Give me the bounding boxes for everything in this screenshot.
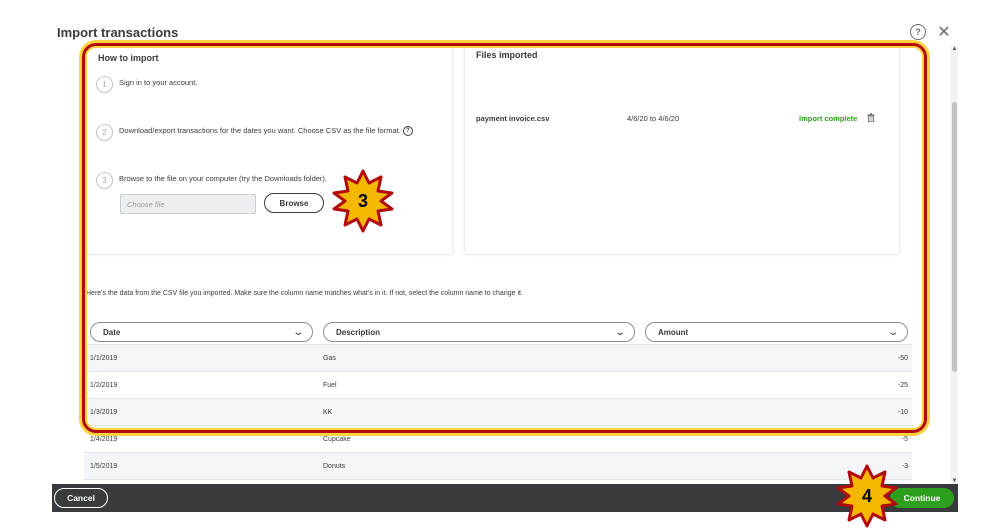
amount-cell: -5 bbox=[901, 436, 908, 443]
date-cell: 1/4/2019 bbox=[90, 436, 118, 443]
question-icon[interactable]: ? bbox=[402, 126, 413, 137]
chevron-down-icon: ⌄ bbox=[886, 326, 899, 338]
column-label: Date bbox=[103, 327, 121, 337]
continue-button[interactable]: Continue bbox=[890, 488, 954, 508]
step-2: 2 Download/export transactions for the d… bbox=[96, 124, 413, 141]
amount-cell: -3 bbox=[901, 463, 908, 470]
step-number: 3 bbox=[96, 172, 113, 189]
amount-cell: -10 bbox=[897, 409, 908, 416]
how-to-import-heading: How to import bbox=[98, 53, 159, 63]
table-row: 1/2/2019 Fuel -25 bbox=[84, 371, 912, 398]
date-cell: 1/3/2019 bbox=[90, 409, 118, 416]
amount-cell: -25 bbox=[897, 382, 908, 389]
close-icon[interactable]: ✕ bbox=[936, 24, 952, 41]
description-cell: Cupcake bbox=[323, 436, 351, 443]
imported-file-row: payment invoice.csv 4/6/20 to 4/6/20 Imp… bbox=[476, 113, 886, 126]
choose-file-input[interactable]: Choose file bbox=[120, 194, 256, 214]
column-label: Description bbox=[336, 327, 381, 337]
how-to-import-panel: How to import 1 Sign in to your account.… bbox=[84, 46, 452, 254]
step-text: Browse to the file on your computer (try… bbox=[119, 174, 328, 183]
column-label: Amount bbox=[658, 327, 689, 337]
step-3: 3 Browse to the file on your computer (t… bbox=[96, 172, 327, 189]
step-number: 1 bbox=[96, 76, 113, 93]
import-status: Import complete bbox=[799, 114, 858, 123]
instruction-text: Here's the data from the CSV file you im… bbox=[86, 290, 523, 297]
cancel-button[interactable]: Cancel bbox=[54, 488, 108, 508]
description-column-select[interactable]: Description ⌄ bbox=[323, 322, 635, 342]
description-cell: KK bbox=[323, 409, 333, 416]
table-row: 1/3/2019 KK -10 bbox=[84, 398, 912, 425]
dialog-content: How to import 1 Sign in to your account.… bbox=[84, 46, 912, 486]
description-cell: Fuel bbox=[323, 382, 337, 389]
description-cell: Donuts bbox=[323, 463, 346, 470]
chevron-down-icon: ⌄ bbox=[613, 326, 626, 338]
browse-button[interactable]: Browse bbox=[264, 193, 324, 213]
amount-column-select[interactable]: Amount ⌄ bbox=[645, 322, 908, 342]
step-text: Download/export transactions for the dat… bbox=[119, 126, 401, 135]
table-row: 1/1/2019 Gas -50 bbox=[84, 344, 912, 371]
dialog-title: Import transactions bbox=[57, 25, 179, 40]
dialog-footer: Cancel Continue bbox=[52, 484, 958, 512]
amount-cell: -50 bbox=[897, 355, 908, 362]
scrollbar-thumb[interactable] bbox=[952, 102, 957, 372]
step-1: 1 Sign in to your account. bbox=[96, 76, 197, 93]
files-imported-panel: Files imported payment invoice.csv 4/6/2… bbox=[465, 46, 899, 254]
callout-badge-4: 4 bbox=[835, 464, 899, 528]
date-cell: 1/5/2019 bbox=[90, 463, 118, 470]
callout-number: 4 bbox=[861, 485, 872, 506]
date-cell: 1/2/2019 bbox=[90, 382, 118, 389]
help-icon[interactable]: ? bbox=[910, 24, 926, 40]
scroll-up-icon[interactable]: ▲ bbox=[951, 46, 958, 52]
date-cell: 1/1/2019 bbox=[90, 355, 118, 362]
import-transactions-dialog: Import transactions ? ✕ How to import 1 … bbox=[52, 20, 958, 512]
chevron-down-icon: ⌄ bbox=[291, 326, 304, 338]
table-row: 1/5/2019 Donuts -3 bbox=[84, 452, 912, 479]
files-imported-heading: Files imported bbox=[476, 50, 538, 60]
description-cell: Gas bbox=[323, 355, 336, 362]
table-row: 1/4/2019 Cupcake -5 bbox=[84, 425, 912, 452]
step-number: 2 bbox=[96, 124, 113, 141]
file-name: payment invoice.csv bbox=[476, 114, 550, 123]
date-column-select[interactable]: Date ⌄ bbox=[90, 322, 313, 342]
scrollbar[interactable]: ▲ ▼ bbox=[951, 46, 958, 484]
file-date-range: 4/6/20 to 4/6/20 bbox=[627, 114, 680, 123]
callout-badge-3: 3 bbox=[331, 169, 395, 233]
step-text: Sign in to your account. bbox=[119, 78, 198, 87]
callout-number: 3 bbox=[357, 190, 368, 211]
trash-icon[interactable] bbox=[867, 113, 875, 124]
